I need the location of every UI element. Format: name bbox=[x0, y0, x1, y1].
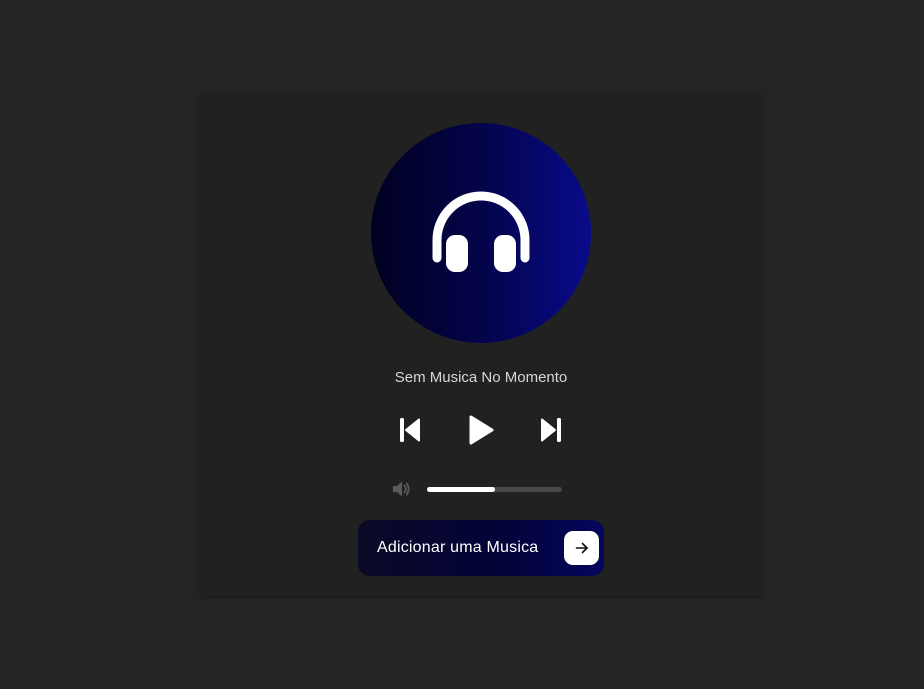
next-button[interactable] bbox=[532, 411, 570, 449]
playback-controls bbox=[201, 411, 761, 449]
volume-slider-fill bbox=[427, 487, 495, 492]
arrow-right-icon bbox=[575, 542, 588, 554]
skip-next-icon bbox=[541, 418, 561, 442]
add-music-arrow-box bbox=[564, 531, 599, 565]
song-title: Sem Musica No Momento bbox=[394, 369, 568, 386]
skip-previous-icon bbox=[400, 418, 420, 442]
add-music-label: Adicionar uma Musica bbox=[377, 539, 539, 556]
album-artwork bbox=[371, 123, 591, 343]
volume-control bbox=[391, 479, 571, 499]
music-player-card: Sem Musica No Momento Adicionar uma Musi… bbox=[201, 93, 761, 596]
headphones-icon bbox=[432, 191, 530, 272]
add-music-button[interactable]: Adicionar uma Musica bbox=[358, 520, 604, 576]
volume-slider[interactable] bbox=[427, 487, 562, 492]
play-icon bbox=[469, 415, 494, 445]
volume-icon[interactable] bbox=[391, 480, 411, 498]
previous-button[interactable] bbox=[391, 411, 429, 449]
play-button[interactable] bbox=[462, 411, 500, 449]
